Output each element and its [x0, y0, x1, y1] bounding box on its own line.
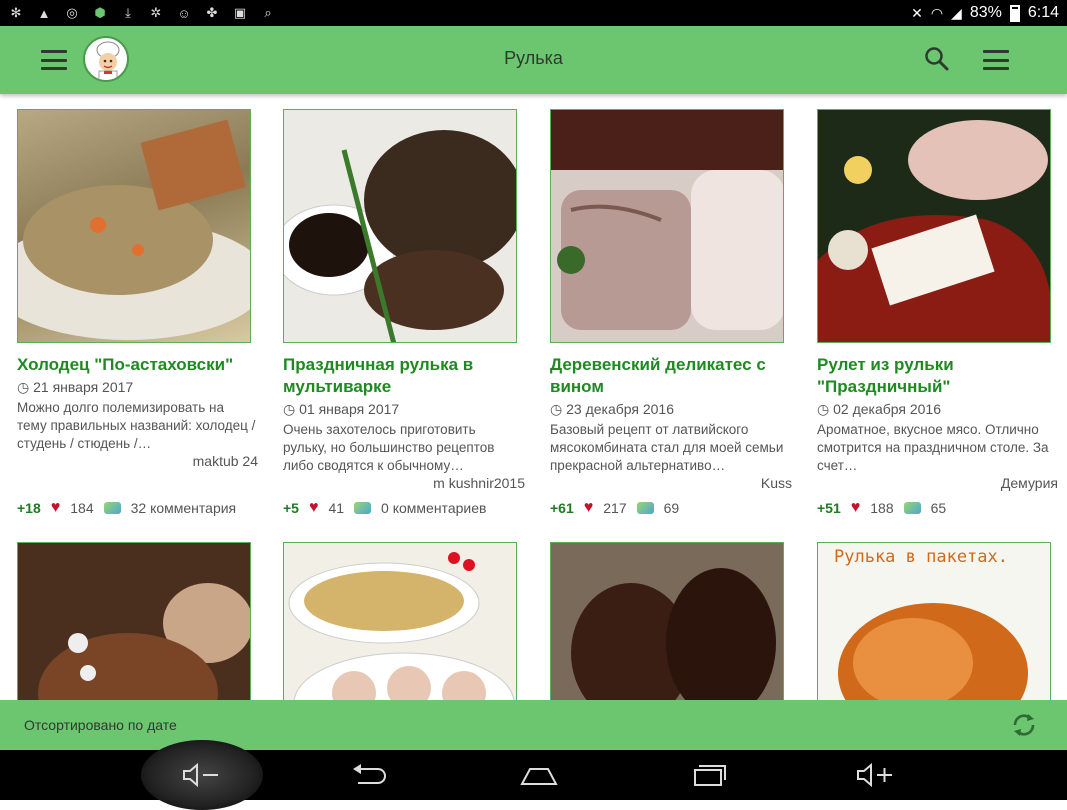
sort-bar: Отсортировано по дате: [0, 700, 1067, 750]
recipe-score: +18: [17, 500, 41, 516]
recipe-likes: 217: [603, 500, 627, 516]
download-icon: ⤓: [125, 5, 131, 20]
battery-icon: [1009, 4, 1020, 22]
viber-icon: ◎: [66, 5, 78, 20]
recipe-description: Базовый рецепт от латвийского мясокомбин…: [550, 422, 784, 473]
recipe-grid: Холодец "По-астаховски" ◷ 21 января 2017…: [0, 94, 1067, 700]
recipe-likes: 41: [328, 500, 345, 516]
recipe-title[interactable]: Холодец "По-астаховски": [17, 354, 277, 376]
clock-icon: ◷: [17, 379, 34, 395]
recipe-likes: 184: [70, 500, 94, 516]
heart-icon[interactable]: ♥: [51, 499, 61, 517]
recipe-thumbnail[interactable]: [17, 109, 251, 343]
recipe-thumbnail[interactable]: Рулька в пакетах.: [817, 542, 1051, 700]
recipe-thumbnail[interactable]: [283, 542, 517, 700]
clock-icon: ◷: [550, 401, 567, 417]
recipe-comments[interactable]: 69: [664, 500, 680, 516]
recipe-likes: 188: [870, 500, 894, 516]
sort-label[interactable]: Отсортировано по дате: [24, 717, 177, 733]
signal-icon: ◢: [951, 4, 962, 21]
recipe-title[interactable]: Деревенский деликатес с вином: [550, 354, 810, 398]
recipe-author[interactable]: m kushnir2015: [285, 475, 525, 491]
app-icon-3: ✤: [206, 5, 218, 20]
recipe-thumbnail[interactable]: [17, 542, 251, 700]
mute-icon: ✕: [911, 4, 923, 21]
recipe-date: ◷ 01 января 2017: [283, 401, 400, 417]
heart-icon[interactable]: ♥: [584, 499, 594, 517]
recipe-score: +51: [817, 500, 841, 516]
system-nav-bar: [0, 740, 1067, 810]
warning-icon: ▲: [37, 5, 51, 21]
comments-icon[interactable]: [354, 502, 372, 514]
battery-percent: 83%: [969, 4, 1002, 21]
recipe-author[interactable]: Kuss: [552, 475, 792, 491]
recipe-thumbnail[interactable]: [550, 109, 784, 343]
app-icon: ✲: [150, 5, 162, 20]
comments-icon[interactable]: [636, 502, 654, 514]
volume-up-icon[interactable]: [836, 750, 916, 800]
recipe-date: ◷ 02 декабря 2016: [817, 401, 942, 417]
heart-icon[interactable]: ♥: [851, 499, 861, 517]
home-icon[interactable]: [499, 750, 579, 800]
notification-icon: ✻: [10, 5, 22, 20]
status-bar: ✻ ▲ ◎ ⬢ ⤓ ✲ ☺ ✤ ▣ ⌕ ✕ ◠ ◢ 83% 6:14: [0, 0, 1067, 26]
recipe-thumbnail[interactable]: [817, 109, 1051, 343]
refresh-icon[interactable]: [1010, 711, 1038, 739]
recipe-title[interactable]: Рулет из рульки "Праздничный": [817, 354, 1067, 398]
clock-icon: ◷: [817, 401, 834, 417]
volume-down-icon[interactable]: [162, 750, 242, 800]
recipe-comments[interactable]: 0 комментариев: [381, 500, 486, 516]
recipe-thumbnail[interactable]: [283, 109, 517, 343]
recipe-score: +5: [283, 500, 299, 516]
status-icons: ✻ ▲ ◎ ⬢ ⤓ ✲ ☺ ✤ ▣ ⌕: [8, 5, 276, 21]
recipe-description: Ароматное, вкусное мясо. Отлично смотрит…: [817, 422, 1049, 473]
recipe-thumbnail[interactable]: [550, 542, 784, 700]
app-icon-2: ☺: [177, 5, 191, 21]
back-icon[interactable]: [330, 750, 410, 800]
recipe-date: ◷ 23 декабря 2016: [550, 401, 675, 417]
comments-icon[interactable]: [103, 502, 121, 514]
image-icon: ▣: [233, 5, 247, 20]
recipe-comments[interactable]: 65: [931, 500, 947, 516]
shield-icon: ⬢: [94, 5, 106, 20]
recipe-description: Можно долго полемизировать на тему прави…: [17, 400, 256, 451]
app-bar: Рулька: [0, 26, 1067, 94]
recipe-stats: +5 ♥ 41 0 комментариев: [283, 499, 486, 517]
search-icon[interactable]: [924, 46, 950, 72]
page-title: Рулька: [504, 48, 563, 68]
recipe-author[interactable]: maktub 24: [18, 453, 258, 469]
recipe-stats: +61 ♥ 217 69: [550, 499, 679, 517]
wifi-icon: ◠: [930, 4, 944, 21]
recipe-score: +61: [550, 500, 574, 516]
recipe-stats: +51 ♥ 188 65: [817, 499, 946, 517]
clock-icon: ◷: [283, 401, 300, 417]
heart-icon[interactable]: ♥: [309, 499, 319, 517]
clock: 6:14: [1027, 4, 1059, 21]
overflow-menu-icon[interactable]: [983, 50, 1009, 70]
recipe-title[interactable]: Праздничная рулька в мультиварке: [283, 354, 543, 398]
recipe-comments[interactable]: 32 комментария: [131, 500, 237, 516]
status-right: ✕ ◠ ◢ 83% 6:14: [911, 4, 1059, 22]
comments-icon[interactable]: [903, 502, 921, 514]
recipe-stats: +18 ♥ 184 32 комментария: [17, 499, 236, 517]
recent-apps-icon[interactable]: [668, 750, 748, 800]
search-icon: ⌕: [264, 5, 272, 20]
recipe-date: ◷ 21 января 2017: [17, 379, 134, 395]
recipe-description: Очень захотелось приготовить рульку, но …: [283, 422, 495, 473]
recipe-author[interactable]: Демурия: [818, 475, 1058, 491]
